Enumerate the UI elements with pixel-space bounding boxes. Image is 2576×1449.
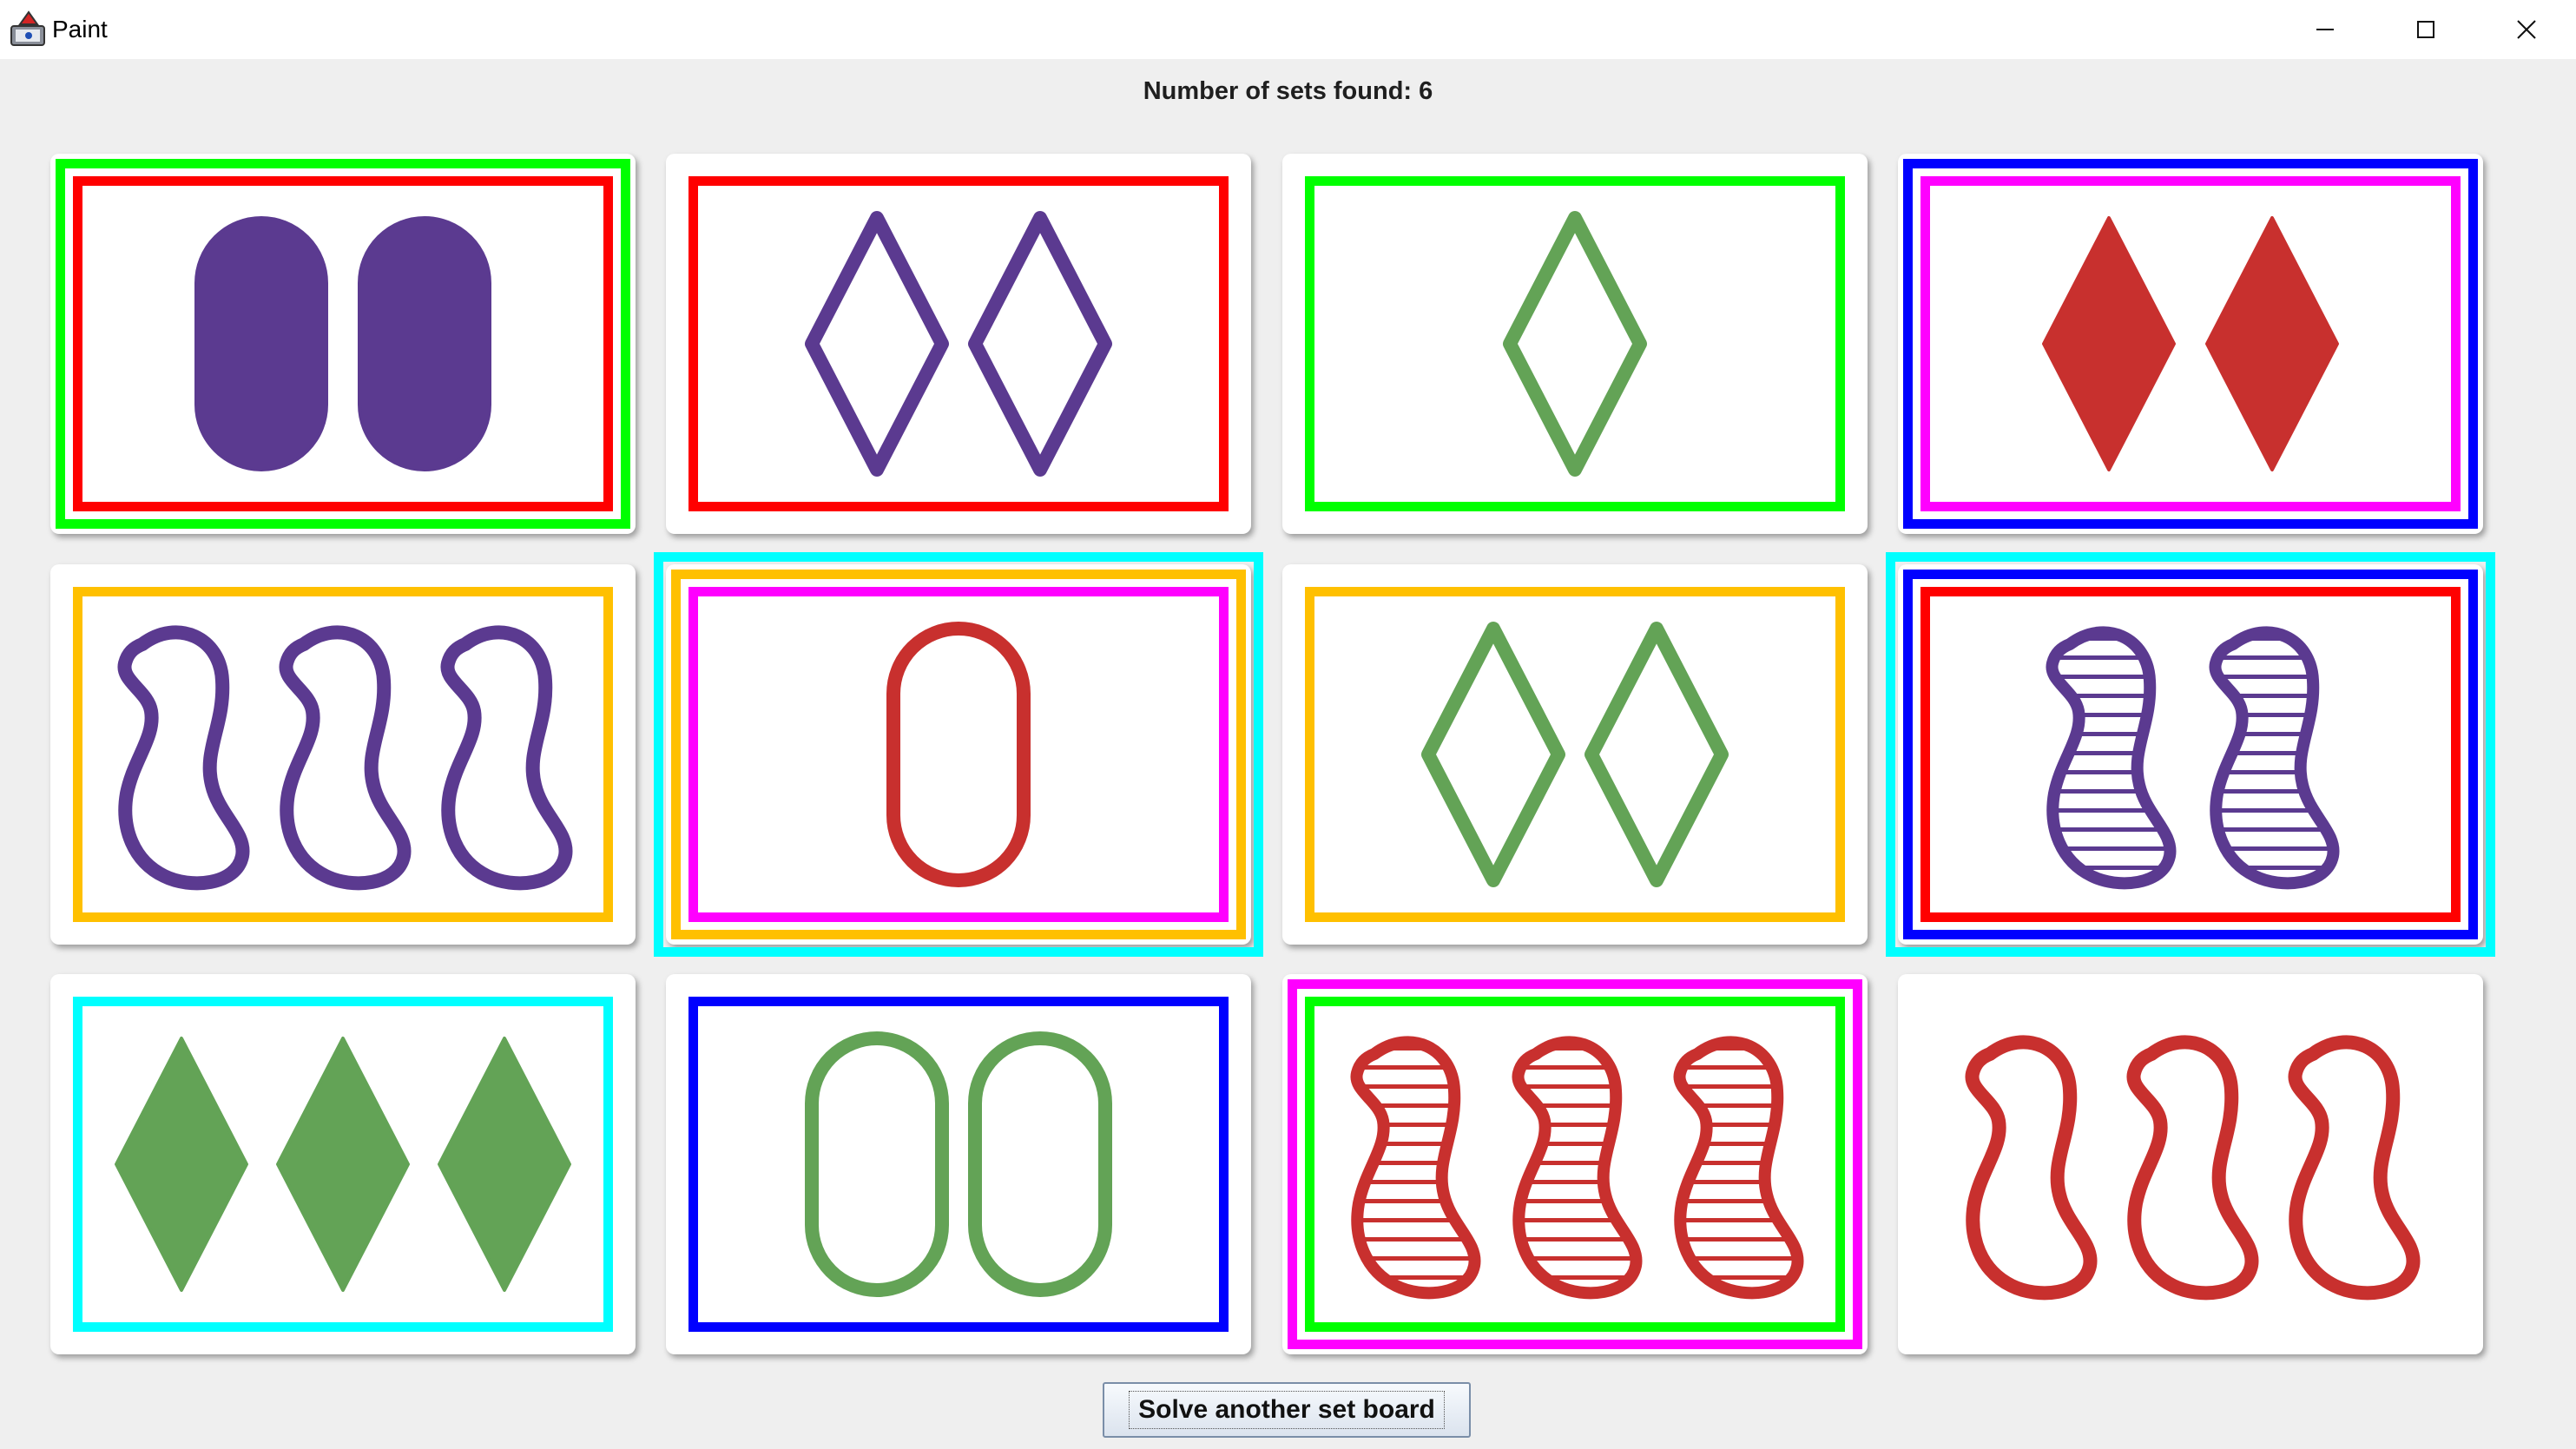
sets-found-label: Number of sets found: 6: [1143, 77, 1433, 105]
oval-symbol: [968, 1031, 1112, 1297]
close-icon: [2517, 20, 2536, 39]
app-icon: [10, 10, 45, 46]
oval-symbol: [805, 1031, 949, 1297]
squiggle-symbol: [2288, 1035, 2421, 1301]
set-card[interactable]: [1282, 564, 1868, 945]
squiggle-symbol: [1673, 1036, 1804, 1300]
oval-symbol: [194, 216, 328, 471]
set-card[interactable]: [1898, 154, 2483, 534]
card-symbols: [1503, 211, 1647, 477]
diamond-symbol: [968, 211, 1112, 477]
diamond-symbol: [1421, 622, 1565, 887]
set-card[interactable]: [50, 154, 636, 534]
solve-another-board-button[interactable]: Solve another set board: [1103, 1382, 1471, 1438]
card-symbols: [2046, 626, 2340, 890]
diamond-symbol: [115, 1037, 248, 1292]
card-symbols: [1965, 1035, 2421, 1301]
card-symbols: [805, 211, 1112, 477]
squiggle-symbol: [440, 625, 573, 891]
squiggle-symbol: [279, 625, 412, 891]
set-card[interactable]: [1898, 974, 2483, 1354]
oval-symbol: [358, 216, 491, 471]
oval-symbol: [886, 622, 1031, 887]
set-card[interactable]: [654, 552, 1263, 957]
card-symbols: [115, 1037, 571, 1292]
diamond-symbol: [805, 211, 949, 477]
squiggle-symbol: [117, 625, 250, 891]
maximize-icon: [2417, 21, 2434, 38]
squiggle-symbol: [1965, 1035, 2098, 1301]
squiggle-symbol: [2209, 626, 2340, 890]
set-card[interactable]: [1282, 974, 1868, 1354]
set-card[interactable]: [50, 974, 636, 1354]
card-symbols: [886, 622, 1031, 887]
card-symbols: [2042, 216, 2339, 471]
squiggle-symbol: [1512, 1036, 1643, 1300]
diamond-symbol: [1503, 211, 1647, 477]
card-symbols: [805, 1031, 1112, 1297]
squiggle-symbol: [1350, 1036, 1481, 1300]
minimize-button[interactable]: [2275, 0, 2375, 59]
card-symbols: [117, 625, 573, 891]
close-button[interactable]: [2476, 0, 2576, 59]
diamond-symbol: [2205, 216, 2339, 471]
set-card[interactable]: [1886, 552, 2495, 957]
solve-button-label: Solve another set board: [1129, 1391, 1445, 1429]
diamond-symbol: [2042, 216, 2176, 471]
set-card[interactable]: [50, 564, 636, 945]
set-card[interactable]: [666, 974, 1251, 1354]
title-bar: Paint: [0, 0, 2576, 59]
maximize-button[interactable]: [2375, 0, 2476, 59]
minimize-icon: [2316, 29, 2334, 30]
squiggle-symbol: [2126, 1035, 2259, 1301]
card-symbols: [1421, 622, 1729, 887]
set-card[interactable]: [666, 154, 1251, 534]
diamond-symbol: [1584, 622, 1729, 887]
diamond-symbol: [276, 1037, 410, 1292]
card-symbols: [1350, 1036, 1804, 1300]
window-title: Paint: [52, 16, 108, 43]
card-symbols: [194, 216, 491, 471]
squiggle-symbol: [2046, 626, 2177, 890]
set-card[interactable]: [1282, 154, 1868, 534]
diamond-symbol: [438, 1037, 571, 1292]
